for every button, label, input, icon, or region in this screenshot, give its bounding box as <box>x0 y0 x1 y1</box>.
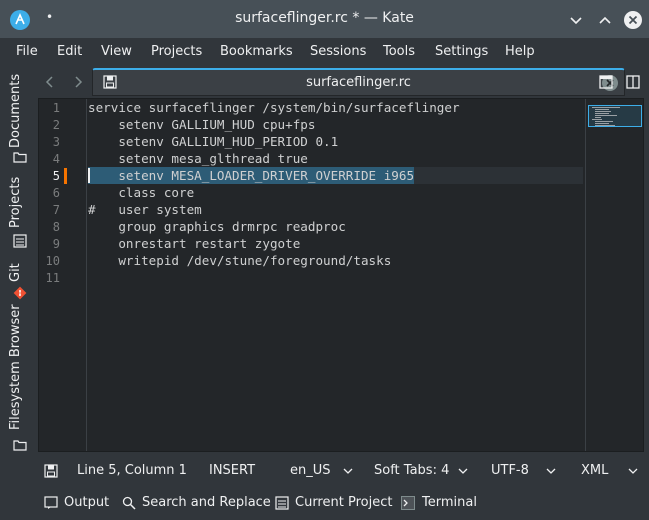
line-number: 7 <box>52 203 60 217</box>
line-number: 1 <box>52 101 60 115</box>
back-icon[interactable] <box>42 74 58 90</box>
minimap-line <box>595 111 611 112</box>
sidebar-item-git[interactable]: Git <box>0 256 36 286</box>
menu-tools[interactable]: Tools <box>383 44 415 59</box>
minimap-line <box>595 117 601 118</box>
status-bar: Line 5, Column 1 INSERT en_US Soft Tabs:… <box>0 456 649 484</box>
minimap-scrollbar[interactable] <box>585 99 643 451</box>
git-icon <box>13 286 27 300</box>
search-icon <box>122 496 136 510</box>
menu-bar: File Edit View Projects Bookmarks Sessio… <box>0 38 649 66</box>
forward-icon[interactable] <box>70 74 86 90</box>
close-icon[interactable] <box>624 11 642 29</box>
code-view[interactable]: service surfaceflinger /system/bin/surfa… <box>88 99 583 451</box>
line-number: 4 <box>52 152 60 166</box>
code-line[interactable]: setenv mesa_glthread true <box>88 150 308 167</box>
indentation-mode[interactable]: Soft Tabs: 4 <box>374 463 449 478</box>
folder-icon <box>13 150 27 164</box>
line-number: 2 <box>52 118 60 132</box>
dictionary-language[interactable]: en_US <box>290 463 331 478</box>
menu-settings[interactable]: Settings <box>435 44 488 59</box>
menu-sessions[interactable]: Sessions <box>310 44 366 59</box>
line-number: 11 <box>45 271 60 285</box>
chevron-down-icon[interactable] <box>546 466 556 476</box>
line-number-current: 5 <box>52 169 60 183</box>
syntax-mode[interactable]: XML <box>581 463 608 478</box>
minimap-line <box>595 123 609 124</box>
toolview-current-project[interactable]: Current Project <box>295 495 392 510</box>
save-icon[interactable] <box>44 464 58 478</box>
projects-icon <box>13 234 27 248</box>
sidebar-label-documents: Documents <box>8 73 23 148</box>
maximize-icon[interactable] <box>596 11 614 29</box>
cursor-position[interactable]: Line 5, Column 1 <box>77 463 187 478</box>
line-number: 6 <box>52 186 60 200</box>
sidebar-item-filesystem-browser[interactable]: Filesystem Browser <box>0 304 36 430</box>
code-line-selected[interactable]: setenv MESA_LOADER_DRIVER_OVERRIDE i965 <box>88 167 415 184</box>
line-number-gutter[interactable]: 1 2 3 4 5 6 7 8 9 10 11 <box>39 99 87 451</box>
menu-file[interactable]: File <box>16 44 38 59</box>
sidebar-label-projects: Projects <box>8 176 23 228</box>
tab-bar: surfaceflinger.rc <box>38 66 649 98</box>
chevron-down-icon[interactable] <box>628 466 638 476</box>
left-sidebar: Documents Projects Git Filesystem Browse… <box>0 66 36 452</box>
tab-label: surfaceflinger.rc <box>306 75 411 90</box>
sidebar-item-documents[interactable]: Documents <box>0 74 36 150</box>
menu-edit[interactable]: Edit <box>57 44 82 59</box>
line-number: 9 <box>52 237 60 251</box>
minimap-line <box>595 115 617 116</box>
menu-projects[interactable]: Projects <box>151 44 202 59</box>
output-icon <box>44 496 58 509</box>
new-document-icon[interactable] <box>598 74 614 90</box>
toolview-search-and-replace[interactable]: Search and Replace <box>142 495 271 510</box>
minimap-line <box>595 121 613 122</box>
sidebar-label-filesystem-browser: Filesystem Browser <box>8 304 23 430</box>
text-cursor <box>88 168 90 183</box>
code-line[interactable]: writepid /dev/stune/foreground/tasks <box>88 252 391 269</box>
minimap-line <box>592 119 602 120</box>
terminal-icon <box>401 496 415 510</box>
code-line[interactable]: setenv GALLIUM_HUD cpu+fps <box>88 116 315 133</box>
bottom-toolview-bar: Output Search and Replace Current Projec… <box>0 488 649 518</box>
sidebar-item-projects[interactable]: Projects <box>0 170 36 230</box>
code-line[interactable]: onrestart restart zygote <box>88 235 300 252</box>
sidebar-label-git: Git <box>8 263 23 282</box>
input-mode[interactable]: INSERT <box>209 463 255 478</box>
window-title: surfaceflinger.rc * — Kate <box>235 10 414 26</box>
minimize-icon[interactable] <box>567 11 585 29</box>
code-line[interactable]: group graphics drmrpc readproc <box>88 218 345 235</box>
line-number: 3 <box>52 135 60 149</box>
toolview-output[interactable]: Output <box>64 495 109 510</box>
encoding[interactable]: UTF-8 <box>491 463 529 478</box>
split-view-icon[interactable] <box>625 74 641 90</box>
menu-view[interactable]: View <box>101 44 132 59</box>
code-line[interactable]: # user system <box>88 201 202 218</box>
tab-surfaceflinger[interactable]: surfaceflinger.rc <box>92 68 625 96</box>
code-line[interactable]: setenv GALLIUM_HUD_PERIOD 0.1 <box>88 133 338 150</box>
menu-help[interactable]: Help <box>505 44 535 59</box>
title-bar: • surfaceflinger.rc * — Kate <box>0 0 649 38</box>
chevron-down-icon[interactable] <box>343 466 353 476</box>
code-line[interactable]: service surfaceflinger /system/bin/surfa… <box>88 99 460 116</box>
project-icon <box>275 496 289 510</box>
code-line[interactable]: class core <box>88 184 194 201</box>
minimap-line <box>592 107 620 108</box>
toolview-terminal[interactable]: Terminal <box>422 495 477 510</box>
chevron-down-icon[interactable] <box>458 466 468 476</box>
modified-line-marker <box>64 168 67 184</box>
minimap-line <box>595 125 615 126</box>
line-number: 10 <box>45 254 60 268</box>
minimap-line <box>595 109 609 110</box>
line-number: 8 <box>52 220 60 234</box>
minimap-line <box>595 113 609 114</box>
folder-icon <box>13 438 27 452</box>
menu-bookmarks[interactable]: Bookmarks <box>220 44 293 59</box>
editor-area[interactable]: 1 2 3 4 5 6 7 8 9 10 11 service surfacef… <box>38 98 644 452</box>
